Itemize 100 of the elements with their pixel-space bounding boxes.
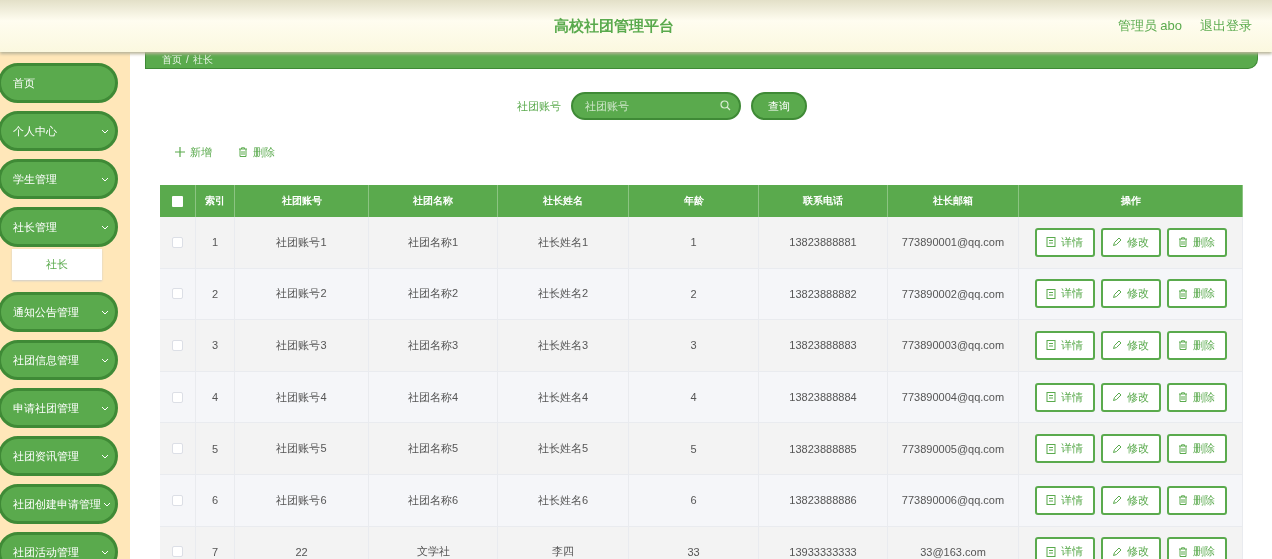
breadcrumb-item: / <box>186 54 189 66</box>
detail-button[interactable]: 详情 <box>1034 382 1095 412</box>
pencil-icon <box>1112 546 1122 557</box>
table-cell: 773890001@qq.com <box>888 217 1019 269</box>
trash-icon <box>238 147 248 157</box>
row-checkbox[interactable] <box>172 546 183 558</box>
query-button[interactable]: 查询 <box>750 92 807 120</box>
row-checkbox[interactable] <box>172 340 183 351</box>
sidebar-menu-item[interactable]: 通知公告管理 <box>0 292 118 332</box>
table-cell: 1 <box>629 217 759 269</box>
delete-button[interactable]: 删除 <box>1166 537 1227 559</box>
sidebar-menu-item[interactable]: 社长管理 <box>0 207 118 247</box>
table-cell: 13823888883 <box>759 320 888 372</box>
column-header: 索引 <box>196 185 235 217</box>
delete-button[interactable]: 删除 <box>1166 434 1227 464</box>
table-cell: 33 <box>629 526 759 559</box>
edit-button[interactable]: 修改 <box>1100 331 1161 360</box>
detail-button[interactable]: 详情 <box>1034 331 1095 360</box>
table-cell: 社长姓名6 <box>498 474 629 527</box>
sidebar-menu-item[interactable]: 个人中心 <box>0 111 118 151</box>
edit-button[interactable]: 修改 <box>1100 382 1161 412</box>
table-cell: 13823888881 <box>759 217 888 269</box>
add-button[interactable]: 新增 <box>175 144 212 160</box>
app-title: 高校社团管理平台 <box>552 16 675 36</box>
pencil-icon <box>1112 443 1122 454</box>
detail-button[interactable]: 详情 <box>1034 537 1095 559</box>
delete-button[interactable]: 删除 <box>238 144 275 160</box>
document-icon <box>1046 237 1056 248</box>
column-header: 联系电话 <box>759 185 888 217</box>
logout-link[interactable]: 退出登录 <box>1200 17 1252 35</box>
detail-button[interactable]: 详情 <box>1034 485 1095 515</box>
sidebar-menu-item[interactable]: 学生管理 <box>0 159 118 199</box>
sidebar-menu-item[interactable]: 社团活动管理 <box>0 532 118 559</box>
search-label: 社团账号 <box>516 98 561 114</box>
sidebar-submenu-item[interactable]: 社长 <box>12 249 102 280</box>
table-cell: 社团名称3 <box>369 320 498 372</box>
detail-button[interactable]: 详情 <box>1034 434 1095 464</box>
row-checkbox[interactable] <box>172 443 183 455</box>
breadcrumb-item[interactable]: 首页 <box>162 54 182 66</box>
table-cell: 社团名称2 <box>369 268 498 321</box>
table-cell: 2 <box>629 268 759 321</box>
row-checkbox[interactable] <box>172 494 183 506</box>
row-checkbox[interactable] <box>172 288 183 300</box>
edit-button[interactable]: 修改 <box>1100 227 1161 257</box>
document-icon <box>1046 495 1056 506</box>
table-cell: 社团账号3 <box>235 320 369 372</box>
sidebar-menu-item[interactable]: 申请社团管理 <box>0 388 118 428</box>
table-cell: 6 <box>629 474 759 527</box>
plus-icon <box>175 147 185 157</box>
table-cell: 社团账号4 <box>235 371 369 424</box>
document-icon <box>1046 443 1056 454</box>
table-cell: 773890005@qq.com <box>888 423 1019 475</box>
select-all-checkbox[interactable] <box>172 195 183 207</box>
row-checkbox[interactable] <box>172 391 183 403</box>
table-cell: 773890004@qq.com <box>888 371 1019 424</box>
breadcrumb-item[interactable]: 社长 <box>192 54 213 66</box>
column-header: 年龄 <box>629 185 759 217</box>
table-cell: 4 <box>196 371 235 424</box>
table-cell: 4 <box>629 371 759 424</box>
table-cell: 社长姓名5 <box>498 423 629 475</box>
edit-button[interactable]: 修改 <box>1100 434 1161 464</box>
table-cell: 社团名称5 <box>369 423 498 475</box>
delete-button[interactable]: 删除 <box>1166 331 1227 360</box>
edit-button[interactable]: 修改 <box>1100 279 1161 309</box>
table-cell: 13823888882 <box>759 268 888 321</box>
delete-button[interactable]: 删除 <box>1166 227 1227 257</box>
delete-button[interactable]: 删除 <box>1166 382 1227 412</box>
detail-button[interactable]: 详情 <box>1034 279 1095 309</box>
detail-button[interactable]: 详情 <box>1034 227 1095 257</box>
search-icon <box>719 100 731 111</box>
column-header: 社长姓名 <box>498 185 629 217</box>
sidebar-menu-item[interactable]: 社团创建申请管理 <box>0 484 118 524</box>
row-checkbox[interactable] <box>172 236 183 248</box>
trash-icon <box>1178 546 1188 557</box>
pencil-icon <box>1112 288 1122 299</box>
table-cell: 773890002@qq.com <box>888 268 1019 321</box>
table-cell: 李四 <box>498 526 629 559</box>
table-cell: 社长姓名2 <box>498 268 629 321</box>
search-field[interactable]: 社团账号 <box>570 92 741 120</box>
pencil-icon <box>1112 392 1122 403</box>
document-icon <box>1046 288 1056 299</box>
trash-icon <box>1178 237 1188 248</box>
sidebar-menu-item[interactable]: 社团资讯管理 <box>0 436 118 476</box>
delete-button[interactable]: 删除 <box>1166 279 1227 309</box>
delete-button[interactable]: 删除 <box>1166 485 1227 515</box>
edit-button[interactable]: 修改 <box>1100 537 1161 559</box>
table-cell: 13823888884 <box>759 371 888 424</box>
table-cell: 6 <box>196 474 235 527</box>
table-cell: 5 <box>629 423 759 475</box>
table-cell: 社长姓名1 <box>498 217 629 269</box>
document-icon <box>1046 392 1056 403</box>
pencil-icon <box>1112 340 1122 351</box>
trash-icon <box>1178 495 1188 506</box>
edit-button[interactable]: 修改 <box>1100 485 1161 515</box>
table-cell: 7 <box>196 526 235 559</box>
sidebar-menu-item[interactable]: 社团信息管理 <box>0 340 118 380</box>
table-cell: 13933333333 <box>759 526 888 559</box>
table-cell: 文学社 <box>369 526 498 559</box>
sidebar-menu-item[interactable]: 首页 <box>0 63 118 103</box>
column-header: 社长邮箱 <box>888 185 1019 217</box>
